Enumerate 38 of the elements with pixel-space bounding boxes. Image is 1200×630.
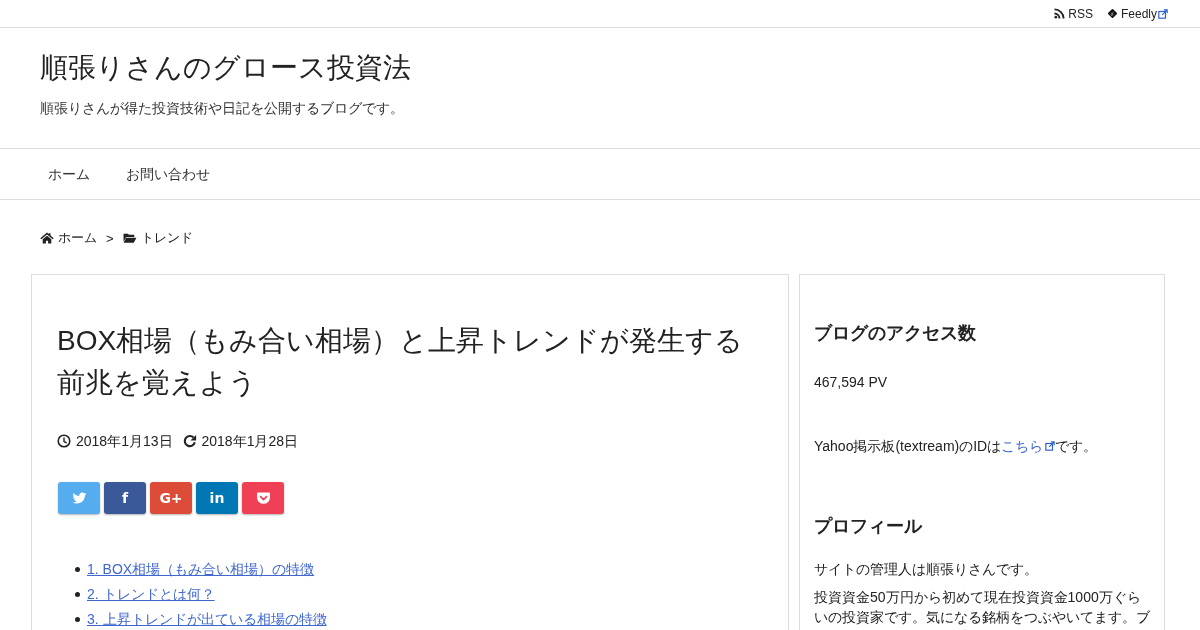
bullet-icon bbox=[75, 617, 80, 622]
article-title: BOX相場（もみ合い相場）と上昇トレンドが発生する前兆を覚えよう bbox=[57, 324, 745, 400]
widget-text: サイトの管理人は順張りさんです。 bbox=[814, 560, 1039, 579]
site-description: 順張りさんが得た投資技術や日記を公開するブログです。 bbox=[40, 99, 405, 118]
bullet-icon bbox=[75, 592, 80, 597]
home-icon bbox=[40, 232, 54, 244]
share-button[interactable]: G+ bbox=[150, 482, 192, 514]
bullet-icon bbox=[75, 567, 80, 572]
breadcrumb-link[interactable]: ホーム bbox=[40, 229, 97, 247]
publish-date: 2018年1月13日 bbox=[76, 432, 173, 451]
toc-link[interactable]: 2. トレンドとは何？ bbox=[87, 585, 215, 604]
widget-title: ブログのアクセス数 bbox=[814, 322, 977, 345]
share-button[interactable]: f bbox=[104, 482, 146, 514]
diamond-icon bbox=[1106, 8, 1118, 19]
chevron-shield-icon bbox=[255, 491, 271, 505]
share-button[interactable] bbox=[242, 482, 284, 514]
folder-icon bbox=[122, 232, 137, 244]
widget-text: Yahoo掲示板(textream)のIDは こちら です。 bbox=[814, 437, 1099, 456]
toc-link[interactable]: 3. 上昇トレンドが出ている相場の特徴 bbox=[87, 610, 327, 629]
widget-title: プロフィール bbox=[814, 515, 924, 538]
rss-icon bbox=[1054, 8, 1066, 19]
nav-link[interactable]: ホーム bbox=[30, 149, 108, 199]
breadcrumb-link[interactable]: トレンド bbox=[122, 229, 193, 247]
widget-text: 投資資金50万円から初めて現在投資資金1000万ぐらいの投資家です。気になる銘柄をつぶやいてます。ブ bbox=[814, 588, 1150, 627]
toc-link[interactable]: 1. BOX相場（もみ合い相場）の特徴 bbox=[87, 560, 315, 579]
share-button[interactable] bbox=[58, 482, 100, 514]
bird-icon bbox=[71, 491, 87, 505]
share-button[interactable]: in bbox=[196, 482, 238, 514]
refresh-icon bbox=[182, 434, 197, 448]
clock-icon bbox=[57, 434, 71, 448]
breadcrumb-separator: > bbox=[105, 230, 115, 246]
feed-link[interactable]: RSS bbox=[1054, 6, 1093, 21]
nav-link[interactable]: お問い合わせ bbox=[108, 149, 228, 199]
text-link[interactable]: こちら bbox=[1001, 438, 1056, 454]
widget-text: 467,594 PV bbox=[814, 373, 889, 392]
update-date: 2018年1月28日 bbox=[201, 432, 299, 451]
feed-link[interactable]: Feedly bbox=[1106, 6, 1168, 21]
site-title[interactable]: 順張りさんのグロース投資法 bbox=[40, 48, 411, 88]
